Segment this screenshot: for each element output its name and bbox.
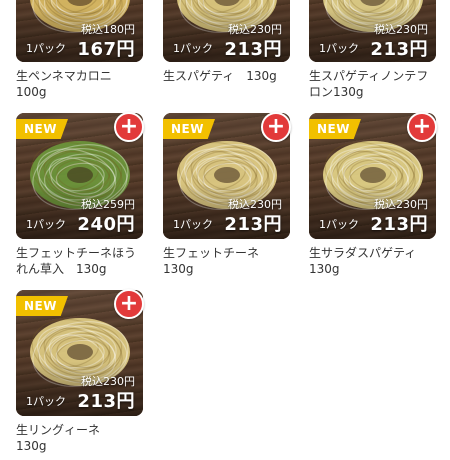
add-to-cart-button[interactable]: + (114, 289, 144, 319)
new-badge: NEW (16, 296, 68, 316)
unit-label: 1パック (26, 395, 66, 408)
product-card[interactable]: NEW 税込230円 1パック 213円 + (16, 289, 144, 416)
price: 240円 (77, 214, 135, 235)
product-name[interactable]: 生フェットチーネほう れん草入 130g (16, 245, 146, 277)
product-grid: 税込180円 1パック 167円 生ペンネマカロニ 100g 税込230円 1パ… (0, 0, 450, 460)
product-image[interactable]: 税込230円 1パック 213円 (163, 0, 290, 62)
new-badge: NEW (163, 119, 215, 139)
product-name[interactable]: 生サラダスパゲティ 130g (309, 245, 439, 277)
price: 167円 (77, 39, 135, 60)
unit-label: 1パック (319, 218, 359, 231)
unit-label: 1パック (26, 218, 66, 231)
product-name[interactable]: 生フェットチーネ 130g (163, 245, 293, 277)
product-name[interactable]: 生スパゲティ 130g (163, 68, 293, 84)
new-badge: NEW (16, 119, 68, 139)
new-badge: NEW (309, 119, 361, 139)
product-card[interactable]: NEW 税込259円 1パック 240円 + (16, 112, 144, 239)
price: 213円 (370, 39, 428, 60)
price: 213円 (370, 214, 428, 235)
product-name[interactable]: 生リングィーネ 130g (16, 422, 146, 454)
product-image[interactable]: 税込230円 1パック 213円 (309, 0, 436, 62)
product-card[interactable]: 税込230円 1パック 213円 (163, 0, 290, 62)
product-card[interactable]: NEW 税込230円 1パック 213円 + (309, 112, 437, 239)
price: 213円 (224, 214, 282, 235)
add-to-cart-button[interactable]: + (261, 112, 291, 142)
price: 213円 (224, 39, 282, 60)
product-image[interactable]: 税込180円 1パック 167円 (16, 0, 143, 62)
unit-label: 1パック (173, 42, 213, 55)
unit-label: 1パック (26, 42, 66, 55)
price: 213円 (77, 391, 135, 412)
product-card[interactable]: 税込180円 1パック 167円 (16, 0, 143, 62)
product-name[interactable]: 生スパゲティノンテフ ロン130g (309, 68, 439, 100)
add-to-cart-button[interactable]: + (407, 112, 437, 142)
product-name[interactable]: 生ペンネマカロニ 100g (16, 68, 146, 100)
add-to-cart-button[interactable]: + (114, 112, 144, 142)
unit-label: 1パック (319, 42, 359, 55)
product-card[interactable]: 税込230円 1パック 213円 (309, 0, 436, 62)
unit-label: 1パック (173, 218, 213, 231)
product-card[interactable]: NEW 税込230円 1パック 213円 + (163, 112, 291, 239)
